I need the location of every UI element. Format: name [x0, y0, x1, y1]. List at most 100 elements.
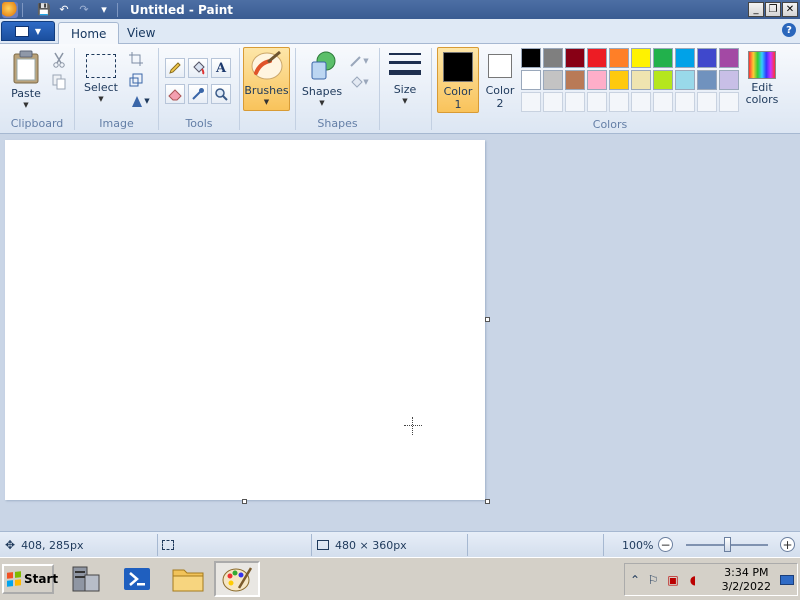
- title-bar: 💾 ↶ ↷ ▾ Untitled - Paint _ ❐ ✕: [0, 0, 800, 19]
- show-desktop-icon[interactable]: [779, 572, 795, 588]
- start-button[interactable]: Start: [2, 564, 58, 594]
- palette-swatch[interactable]: [631, 70, 651, 90]
- paint-app-icon[interactable]: [2, 1, 18, 18]
- zoom-out-button[interactable]: −: [658, 537, 673, 552]
- palette-swatch-empty[interactable]: [587, 92, 607, 112]
- minimize-button[interactable]: _: [748, 2, 764, 17]
- status-divider: [311, 534, 312, 556]
- color-palette: [521, 48, 739, 112]
- outline-icon[interactable]: ▼: [346, 52, 372, 70]
- edit-colors-button[interactable]: Edit colors: [742, 47, 782, 113]
- taskbar-clock[interactable]: 3:34 PM 3/2/2022: [722, 566, 771, 594]
- palette-swatch[interactable]: [565, 70, 585, 90]
- move-cursor-icon: ✥: [5, 538, 16, 552]
- title-separator: [22, 2, 23, 17]
- fill-bucket-icon[interactable]: [188, 58, 208, 78]
- palette-swatch[interactable]: [719, 70, 739, 90]
- color-picker-icon[interactable]: [188, 84, 208, 104]
- save-icon[interactable]: 💾: [35, 2, 53, 17]
- palette-swatch[interactable]: [521, 48, 541, 68]
- rotate-icon[interactable]: ▼: [127, 92, 153, 110]
- brushes-button-content[interactable]: Brushes ▼: [243, 49, 290, 106]
- cursor-position: ✥ 408, 285px: [5, 535, 84, 555]
- tools-group-label: Tools: [185, 117, 213, 130]
- size-button[interactable]: Size ▼: [385, 50, 425, 105]
- palette-swatch[interactable]: [565, 48, 585, 68]
- resize-icon[interactable]: [127, 71, 145, 89]
- palette-swatch-empty[interactable]: [565, 92, 585, 112]
- tab-view[interactable]: View: [115, 22, 167, 44]
- zoom-in-button[interactable]: +: [780, 537, 795, 552]
- palette-swatch-empty[interactable]: [675, 92, 695, 112]
- canvas-resize-handle-bottom[interactable]: [242, 499, 247, 504]
- eraser-icon[interactable]: [165, 84, 185, 104]
- undo-icon[interactable]: ↶: [55, 2, 73, 17]
- window-title: Untitled - Paint: [130, 2, 234, 17]
- palette-swatch[interactable]: [609, 48, 629, 68]
- group-divider: [379, 48, 380, 130]
- palette-swatch-empty[interactable]: [631, 92, 651, 112]
- color-2-button[interactable]: Color 2: [484, 47, 516, 113]
- image-group-label: Image: [99, 117, 134, 130]
- palette-swatch-empty[interactable]: [521, 92, 541, 112]
- palette-swatch[interactable]: [697, 48, 717, 68]
- palette-swatch[interactable]: [719, 48, 739, 68]
- chevron-down-icon: ▼: [363, 57, 369, 65]
- redo-icon[interactable]: ↷: [75, 2, 93, 17]
- palette-swatch[interactable]: [675, 48, 695, 68]
- palette-swatch[interactable]: [521, 70, 541, 90]
- color-1-button[interactable]: Color 1: [437, 47, 479, 113]
- folder-icon: [172, 569, 204, 592]
- cut-icon[interactable]: [50, 51, 68, 69]
- palette-swatch[interactable]: [675, 70, 695, 90]
- pencil-icon[interactable]: [165, 58, 185, 78]
- select-button[interactable]: Select ▼: [81, 52, 121, 103]
- palette-swatch[interactable]: [653, 70, 673, 90]
- zoom-slider-thumb[interactable]: [724, 537, 731, 552]
- customize-quick-access-icon[interactable]: ▾: [95, 2, 113, 17]
- palette-swatch[interactable]: [543, 70, 563, 90]
- chevron-down-icon: ▼: [144, 97, 150, 105]
- magnifier-icon[interactable]: [211, 84, 231, 104]
- server-manager-taskbar-button[interactable]: [63, 561, 109, 597]
- show-hidden-icons-icon[interactable]: ⌃: [627, 572, 643, 588]
- file-explorer-taskbar-button[interactable]: [165, 561, 211, 597]
- volume-muted-icon[interactable]: ◖: [685, 572, 701, 588]
- powershell-taskbar-button[interactable]: [114, 561, 160, 597]
- paint-menu-button[interactable]: ▼: [1, 21, 55, 41]
- copy-icon[interactable]: [50, 73, 68, 91]
- palette-swatch[interactable]: [631, 48, 651, 68]
- fill-icon[interactable]: ▼: [346, 73, 372, 91]
- palette-swatch-empty[interactable]: [653, 92, 673, 112]
- palette-swatch-empty[interactable]: [719, 92, 739, 112]
- close-button[interactable]: ✕: [782, 2, 798, 17]
- chevron-down-icon: ▼: [263, 98, 270, 106]
- palette-swatch[interactable]: [587, 48, 607, 68]
- shapes-group: Shapes ▼ ▼ ▼ Shapes: [296, 46, 379, 132]
- paste-button[interactable]: Paste ▼: [6, 50, 46, 109]
- drawing-canvas[interactable]: [5, 140, 485, 500]
- clipboard-group: Paste ▼ Clipboard: [0, 46, 74, 132]
- crop-icon[interactable]: [127, 50, 145, 68]
- group-divider: [239, 48, 240, 130]
- text-tool-icon[interactable]: A: [211, 58, 231, 78]
- palette-swatch[interactable]: [609, 70, 629, 90]
- palette-swatch[interactable]: [697, 70, 717, 90]
- palette-swatch-empty[interactable]: [697, 92, 717, 112]
- help-icon[interactable]: ?: [782, 23, 796, 37]
- palette-swatch[interactable]: [653, 48, 673, 68]
- palette-swatch-empty[interactable]: [543, 92, 563, 112]
- action-center-flag-icon[interactable]: ⚐: [645, 572, 661, 588]
- palette-swatch[interactable]: [587, 70, 607, 90]
- tab-home[interactable]: Home: [58, 22, 120, 45]
- canvas-resize-handle-corner[interactable]: [485, 499, 490, 504]
- color-2-number: 2: [496, 97, 504, 110]
- canvas-resize-handle-right[interactable]: [485, 317, 490, 322]
- shapes-button[interactable]: Shapes ▼: [300, 50, 344, 107]
- restore-button[interactable]: ❐: [765, 2, 781, 17]
- palette-swatch[interactable]: [543, 48, 563, 68]
- paint-taskbar-button[interactable]: [214, 561, 260, 597]
- network-error-icon[interactable]: ▣: [665, 572, 681, 588]
- palette-swatch-empty[interactable]: [609, 92, 629, 112]
- chevron-down-icon: ▼: [402, 97, 408, 105]
